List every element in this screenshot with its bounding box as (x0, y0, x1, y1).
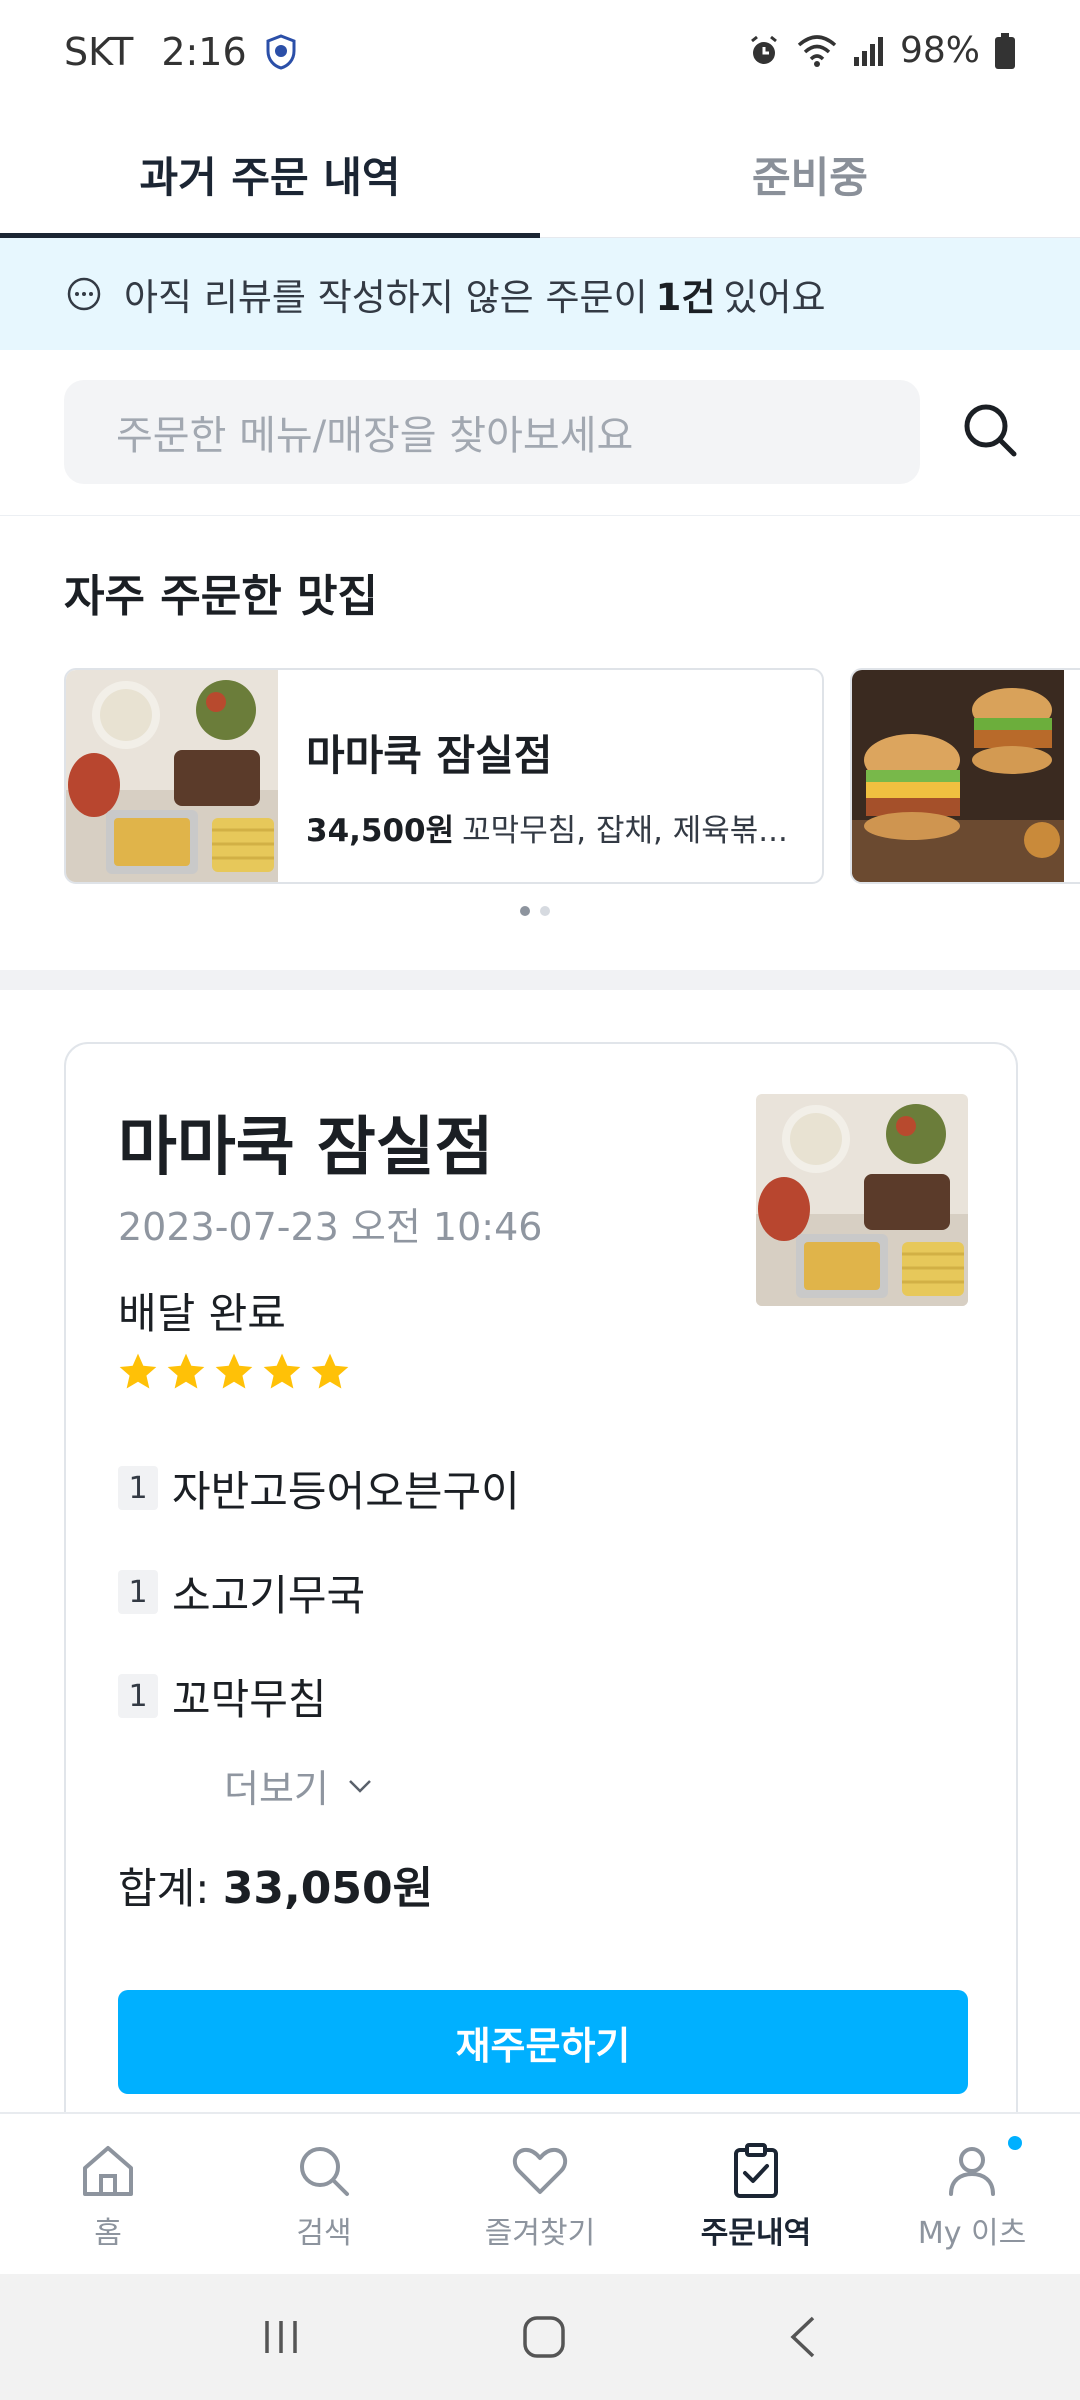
star-icon (215, 1353, 253, 1389)
nav-favorites-label: 즐겨찾기 (484, 2216, 596, 2251)
frequent-restaurant-card[interactable]: 마마쿡 잠실점 34,500원 꼬막무침, 잡채, 제육볶... (64, 668, 824, 884)
show-more-label: 더보기 (224, 1767, 329, 1811)
restaurant-info: 마마쿡 잠실점 34,500원 꼬막무침, 잡채, 제육볶... (278, 670, 788, 882)
search-icon[interactable] (956, 396, 1026, 466)
banner-text-suffix: 있어요 (723, 276, 826, 319)
item-name: 소고기무국 (172, 1570, 366, 1620)
recent-apps-icon[interactable] (259, 2315, 303, 2359)
pagination-dot (540, 906, 550, 916)
star-icon (167, 1353, 205, 1389)
order-total: 합계: 33,050원 (118, 1852, 433, 1916)
chevron-down-icon (349, 1779, 371, 1793)
nav-my-eats[interactable]: My 이츠 (864, 2114, 1080, 2274)
nav-favorites[interactable]: 즐겨찾기 (432, 2114, 648, 2274)
burger-thumbnail (852, 670, 1064, 882)
notification-dot (1008, 2136, 1022, 2150)
chat-bubble-icon (67, 277, 101, 311)
review-banner[interactable]: 아직 리뷰를 작성하지 않은 주문이 1건 있어요 (0, 238, 1080, 350)
status-right: 98% (746, 30, 1016, 71)
heart-icon (512, 2147, 568, 2194)
reorder-button[interactable]: 재주문하기 (118, 1990, 968, 2094)
item-quantity: 1 (118, 1466, 158, 1510)
system-navigation-bar (0, 2274, 1080, 2400)
order-status: 배달 완료 (118, 1289, 286, 1338)
nav-orders-label: 주문내역 (700, 2216, 812, 2251)
search-row: 주문한 메뉴/매장을 찾아보세요 (0, 350, 1080, 516)
clock: 2:16 (161, 30, 247, 74)
status-left: SKT 2:16 (64, 30, 297, 74)
order-card[interactable]: 마마쿡 잠실점 2023-07-23 오전 10:46 배달 완료 1 자반고등… (64, 1042, 1018, 2142)
carousel-pagination (520, 906, 550, 916)
restaurant-meta: 34,500원 꼬막무침, 잡채, 제육볶... (306, 805, 788, 850)
restaurant-name: 마마쿡 잠실점 (306, 731, 553, 780)
battery-percent: 98% (899, 30, 980, 71)
order-item: 1 자반고등어오븐구이 (118, 1436, 520, 1540)
nav-orders[interactable]: 주문내역 (648, 2114, 864, 2274)
banner-count: 1건 (655, 276, 716, 319)
order-items: 1 자반고등어오븐구이 1 소고기무국 1 꼬막무침 (118, 1436, 520, 1748)
order-item: 1 꼬막무침 (118, 1644, 520, 1748)
home-button-icon[interactable] (521, 2314, 567, 2360)
nav-search-label: 검색 (296, 2216, 352, 2251)
shield-icon (266, 34, 296, 70)
nav-my-eats-label: My 이츠 (917, 2216, 1027, 2251)
battery-icon (995, 32, 1015, 69)
search-input[interactable]: 주문한 메뉴/매장을 찾아보세요 (64, 380, 920, 484)
search-icon (300, 2147, 349, 2196)
frequent-restaurant-card-next[interactable] (850, 668, 1080, 884)
tab-past-orders[interactable]: 과거 주문 내역 (0, 110, 540, 239)
bottom-navigation: 홈 검색 즐겨찾기 주문내역 My 이츠 (0, 2112, 1080, 2274)
nav-search[interactable]: 검색 (216, 2114, 432, 2274)
order-item: 1 소고기무국 (118, 1540, 520, 1644)
rating-stars (116, 1350, 352, 1394)
show-more-button[interactable]: 더보기 (224, 1758, 373, 1813)
item-name: 자반고등어오븐구이 (172, 1466, 520, 1516)
order-tabs: 과거 주문 내역 준비중 (0, 110, 1080, 239)
total-label: 합계: (118, 1864, 210, 1913)
frequent-carousel[interactable]: 마마쿡 잠실점 34,500원 꼬막무침, 잡채, 제육볶... (64, 668, 1080, 884)
restaurant-menu: 꼬막무침, 잡채, 제육볶... (462, 813, 788, 849)
carrier: SKT (64, 30, 134, 74)
star-icon (119, 1353, 157, 1389)
tab-preparing[interactable]: 준비중 (540, 110, 1080, 238)
order-date: 2023-07-23 오전 10:46 (118, 1205, 543, 1249)
back-icon[interactable] (785, 2314, 821, 2360)
star-icon (263, 1353, 301, 1389)
nav-home[interactable]: 홈 (0, 2114, 216, 2274)
pagination-dot-active (520, 906, 530, 916)
frequent-section-title: 자주 주문한 맛집 (64, 571, 378, 622)
total-value: 33,050원 (222, 1863, 434, 1914)
restaurant-price: 34,500원 (306, 813, 455, 849)
nav-home-label: 홈 (94, 2216, 122, 2251)
signal-icon (853, 36, 883, 66)
item-quantity: 1 (118, 1570, 158, 1614)
wifi-icon (797, 34, 837, 67)
order-food-thumbnail (756, 1094, 968, 1306)
item-name: 꼬막무침 (172, 1674, 327, 1724)
clipboard-check-icon (734, 2143, 778, 2198)
banner-text-prefix: 아직 리뷰를 작성하지 않은 주문이 (124, 276, 648, 319)
food-thumbnail (66, 670, 278, 882)
person-icon (949, 2147, 995, 2196)
alarm-icon (751, 35, 777, 64)
home-icon (83, 2146, 133, 2196)
section-divider (0, 970, 1080, 990)
star-icon (311, 1353, 349, 1389)
order-store-name[interactable]: 마마쿡 잠실점 (118, 1096, 494, 1188)
status-bar: SKT 2:16 98% (0, 0, 1080, 110)
item-quantity: 1 (118, 1674, 158, 1718)
